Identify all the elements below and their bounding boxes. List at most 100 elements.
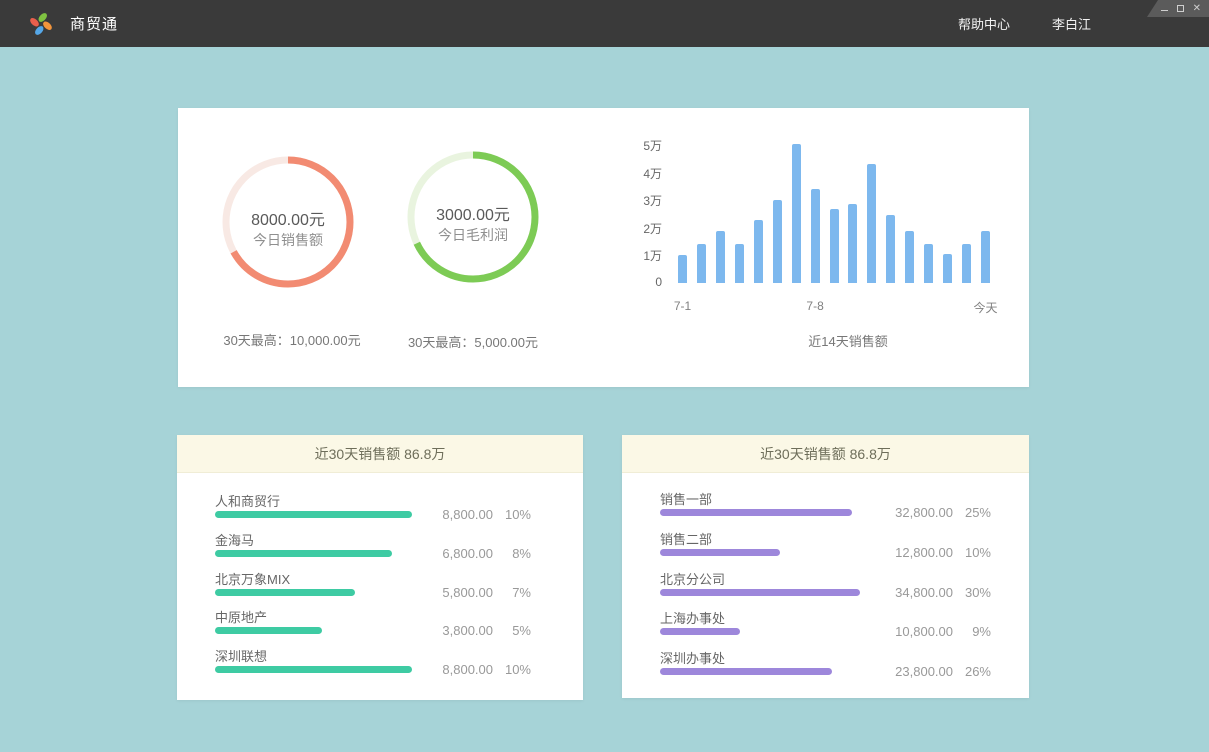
bar	[811, 189, 820, 283]
row-amount: 8,800.00	[419, 507, 493, 522]
bar	[773, 200, 782, 283]
overview-card: 8000.00元 今日销售额 3000.00元 今日毛利润 30天最高：10,0…	[178, 108, 1029, 387]
row-values: 3,800.005%	[419, 623, 531, 638]
bar	[905, 231, 914, 283]
bar	[867, 164, 876, 283]
bar	[981, 231, 990, 283]
bar	[943, 254, 952, 283]
titlebar: 商贸通 帮助中心 李白江 ✕	[0, 0, 1209, 47]
list-item: 人和商贸行8,800.0010%	[215, 491, 583, 527]
bar	[716, 231, 725, 283]
bar	[886, 215, 895, 283]
row-values: 10,800.009%	[879, 624, 991, 639]
help-center-link[interactable]: 帮助中心	[958, 14, 1010, 33]
row-progress-bar	[660, 509, 852, 516]
list-item: 北京分公司34,800.0030%	[660, 569, 1029, 605]
profit-30day-max: 30天最高：5,000.00元	[363, 332, 583, 351]
departments-card-title: 近30天销售额 86.8万	[622, 435, 1029, 473]
bar	[678, 255, 687, 283]
row-percent: 10%	[493, 507, 531, 522]
bar	[962, 244, 971, 283]
row-values: 32,800.0025%	[879, 505, 991, 520]
list-item: 中原地产3,800.005%	[215, 607, 583, 643]
y-tick-label: 5万	[608, 137, 662, 154]
y-tick-label: 4万	[608, 165, 662, 182]
row-amount: 32,800.00	[879, 505, 953, 520]
bar-chart-caption: 近14天销售额	[708, 331, 988, 350]
dashboard: 8000.00元 今日销售额 3000.00元 今日毛利润 30天最高：10,0…	[0, 47, 1209, 752]
row-percent: 10%	[493, 662, 531, 677]
bar	[792, 144, 801, 283]
row-progress-bar	[660, 668, 832, 675]
bar	[754, 220, 763, 284]
minimize-icon[interactable]	[1161, 10, 1168, 11]
y-tick-label: 1万	[608, 247, 662, 264]
y-tick-label: 2万	[608, 220, 662, 237]
list-item: 深圳联想8,800.0010%	[215, 646, 583, 682]
row-values: 23,800.0026%	[879, 664, 991, 679]
list-item: 深圳办事处23,800.0026%	[660, 648, 1029, 684]
row-amount: 23,800.00	[879, 664, 953, 679]
row-amount: 3,800.00	[419, 623, 493, 638]
row-progress-bar	[215, 511, 412, 518]
row-progress-bar	[660, 589, 860, 596]
departments-card: 近30天销售额 86.8万 销售一部32,800.0025% 销售二部12,800…	[622, 435, 1029, 698]
user-menu[interactable]: 李白江	[1052, 14, 1091, 33]
row-values: 6,800.008%	[419, 546, 531, 561]
row-percent: 5%	[493, 623, 531, 638]
row-progress-bar	[215, 666, 412, 673]
close-icon[interactable]: ✕	[1193, 4, 1201, 14]
row-progress-bar	[660, 549, 780, 556]
row-amount: 6,800.00	[419, 546, 493, 561]
x-tick-label: 今天	[973, 299, 997, 316]
row-amount: 5,800.00	[419, 585, 493, 600]
row-percent: 8%	[493, 546, 531, 561]
row-progress-bar	[215, 627, 322, 634]
list-item: 北京万象MIX5,800.007%	[215, 569, 583, 605]
row-amount: 12,800.00	[879, 545, 953, 560]
list-item: 上海办事处10,800.009%	[660, 608, 1029, 644]
row-values: 12,800.0010%	[879, 545, 991, 560]
bar	[735, 244, 744, 283]
bar	[830, 209, 839, 284]
row-amount: 34,800.00	[879, 585, 953, 600]
row-values: 8,800.0010%	[419, 662, 531, 677]
bar-chart-bars	[678, 142, 990, 283]
today-profit-gauge: 3000.00元 今日毛利润	[403, 147, 543, 287]
today-sales-value: 8000.00元	[218, 206, 358, 230]
bar	[697, 244, 706, 283]
list-item: 销售二部12,800.0010%	[660, 529, 1029, 565]
y-tick-label: 0	[608, 275, 662, 289]
customers-card: 近30天销售额 86.8万 人和商贸行8,800.0010%金海马6,800.0…	[177, 435, 583, 700]
window-controls: ✕	[1147, 0, 1209, 17]
row-values: 5,800.007%	[419, 585, 531, 600]
app-title: 商贸通	[70, 13, 118, 34]
row-percent: 10%	[953, 545, 991, 560]
app-logo-icon	[28, 11, 54, 37]
row-percent: 26%	[953, 664, 991, 679]
list-item: 销售一部32,800.0025%	[660, 489, 1029, 525]
row-amount: 10,800.00	[879, 624, 953, 639]
row-percent: 9%	[953, 624, 991, 639]
row-progress-bar	[215, 589, 355, 596]
y-tick-label: 3万	[608, 192, 662, 209]
customers-card-title: 近30天销售额 86.8万	[177, 435, 583, 473]
today-profit-value: 3000.00元	[403, 201, 543, 225]
list-item: 金海马6,800.008%	[215, 530, 583, 566]
today-profit-label: 今日毛利润	[403, 225, 543, 245]
row-percent: 30%	[953, 585, 991, 600]
x-tick-label: 7-1	[674, 299, 691, 313]
today-sales-gauge: 8000.00元 今日销售额	[218, 152, 358, 292]
bar	[924, 244, 933, 283]
today-sales-label: 今日销售额	[218, 230, 358, 250]
row-progress-bar	[215, 550, 392, 557]
bar-chart: 5万4万3万2万1万0 7-17-8今天	[608, 133, 1008, 343]
row-amount: 8,800.00	[419, 662, 493, 677]
row-percent: 7%	[493, 585, 531, 600]
customers-list: 人和商贸行8,800.0010%金海马6,800.008%北京万象MIX5,80…	[177, 473, 583, 700]
row-progress-bar	[660, 628, 740, 635]
bar	[848, 204, 857, 283]
row-values: 8,800.0010%	[419, 507, 531, 522]
row-percent: 25%	[953, 505, 991, 520]
maximize-icon[interactable]	[1177, 5, 1184, 12]
